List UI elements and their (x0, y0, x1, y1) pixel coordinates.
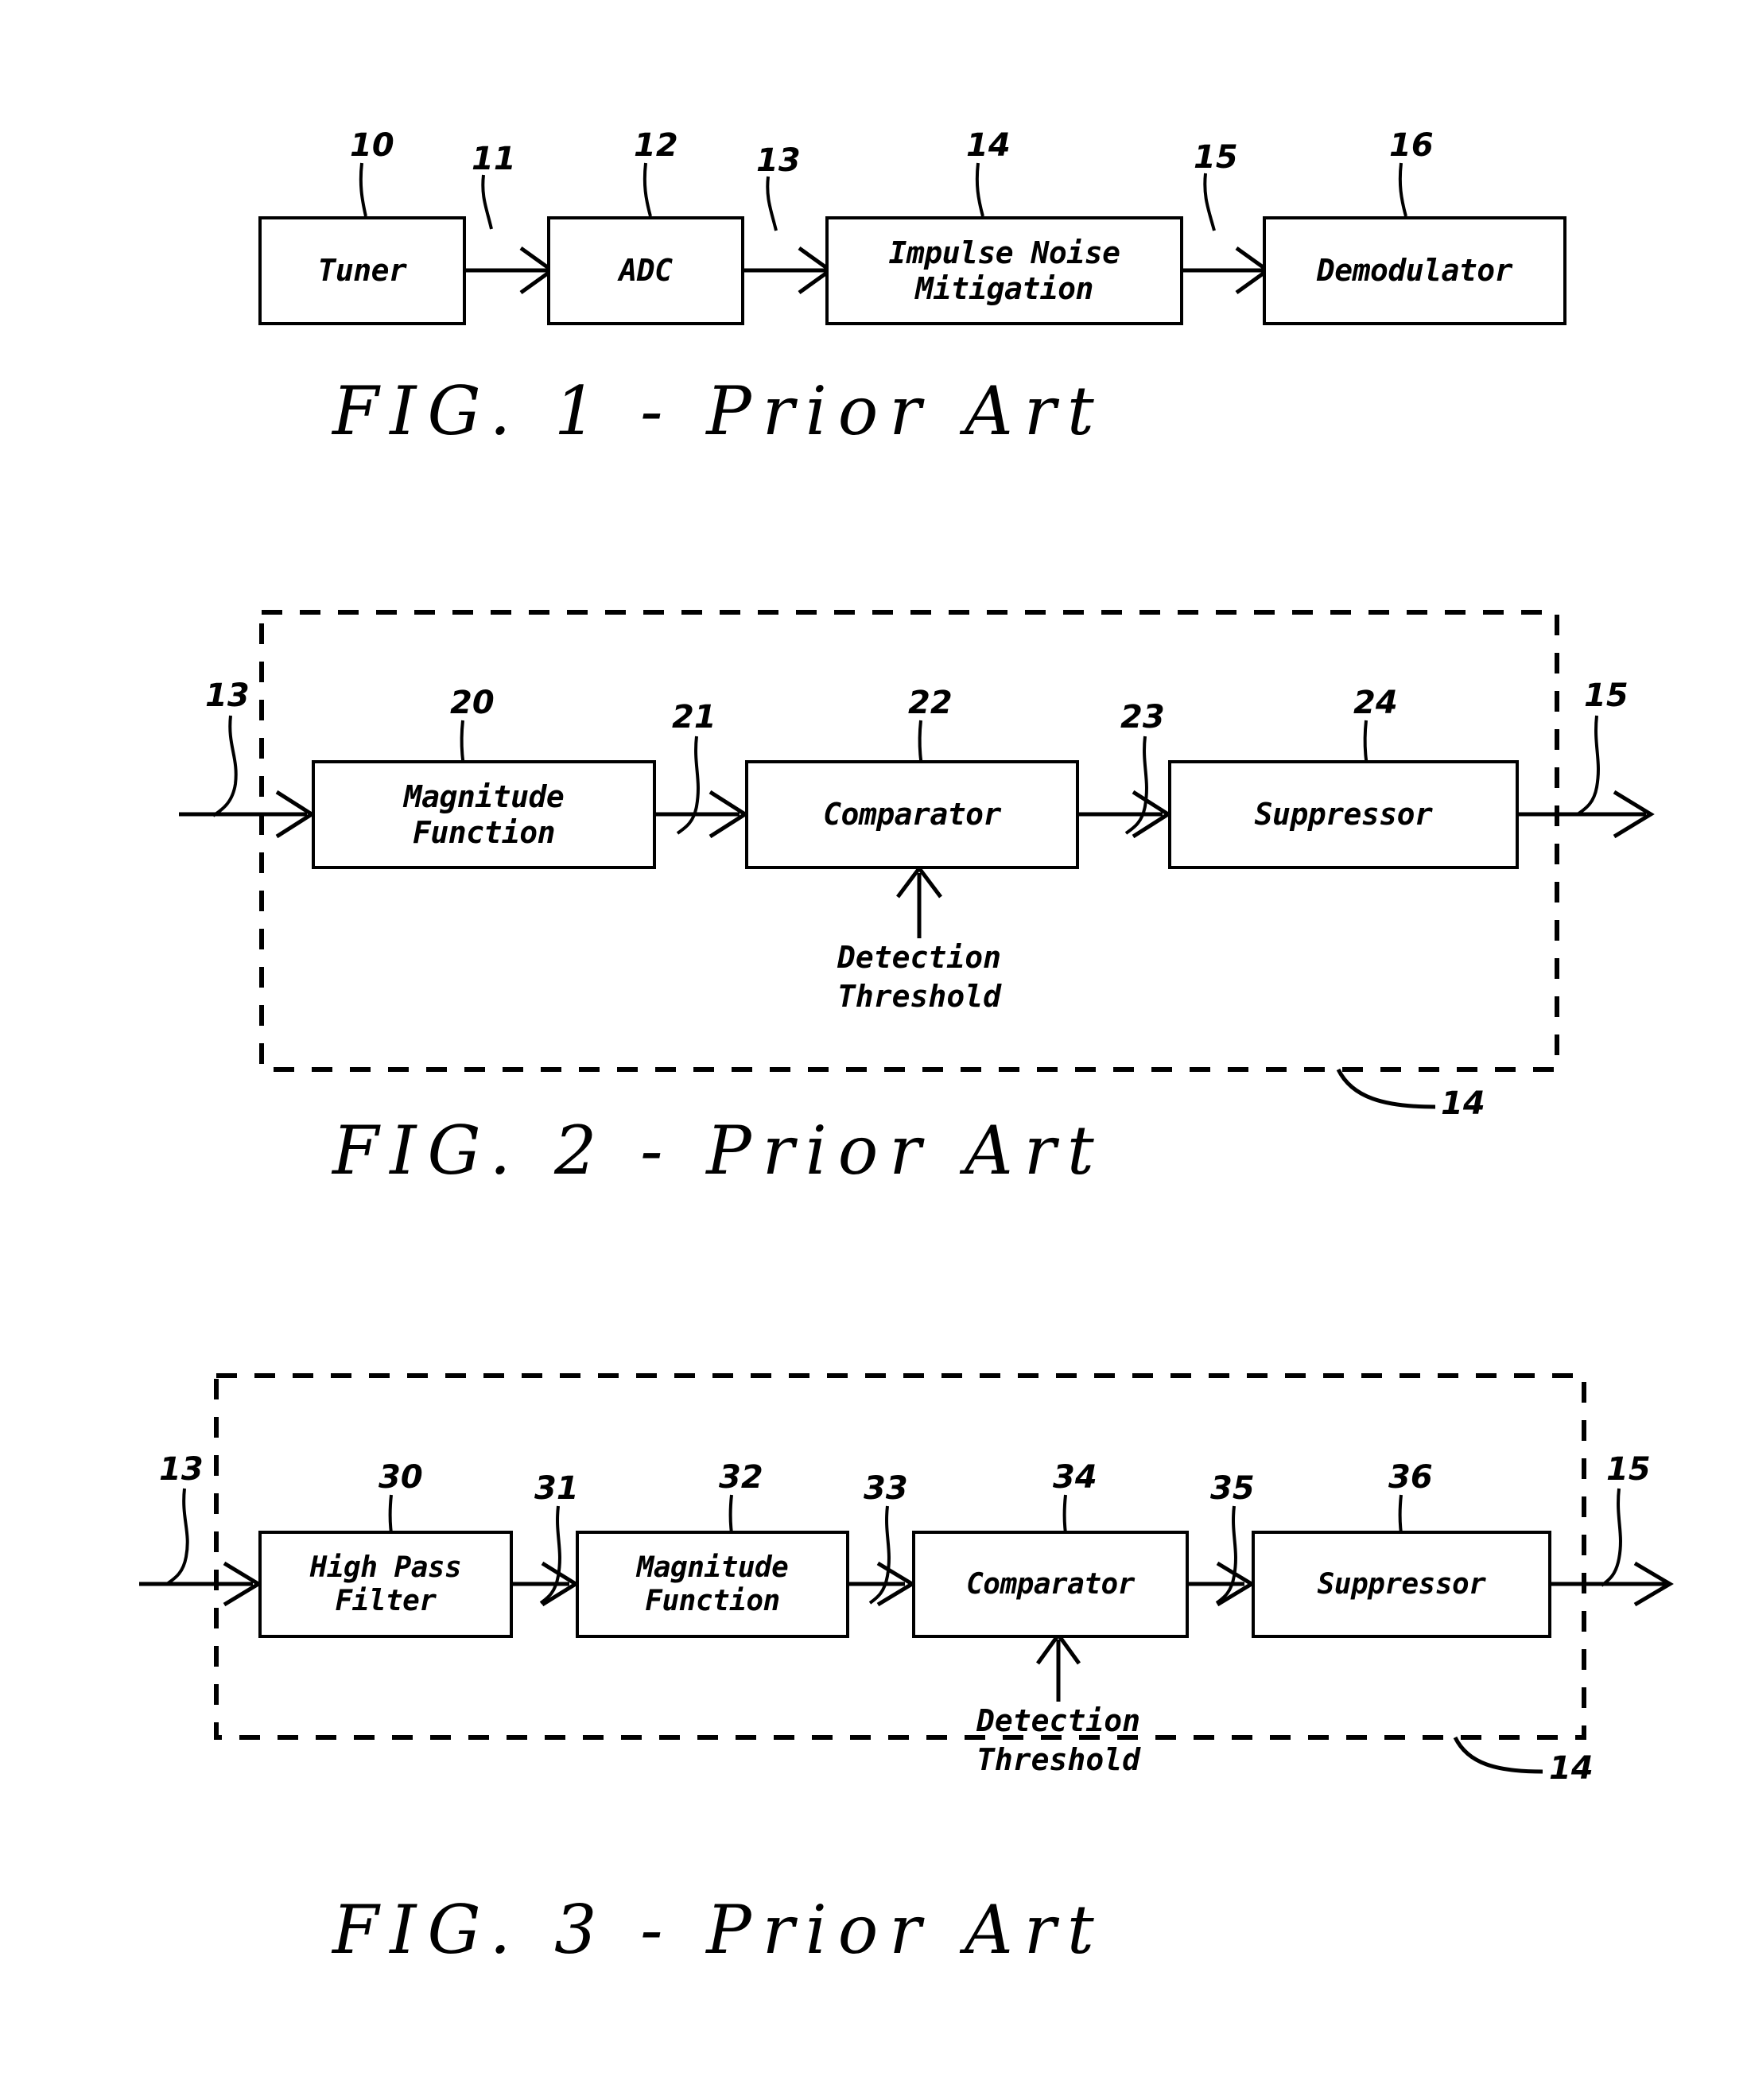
block-adc: ADC (547, 216, 744, 325)
block-suppressor-fig2-label: Suppressor (1254, 797, 1433, 833)
detection-threshold-label-fig2: Detection Threshold (837, 940, 1001, 1015)
ref-number-22: 22 (908, 685, 953, 721)
ref-number-14-fig2-enclosure: 14 (1441, 1085, 1485, 1122)
ref-number-35: 35 (1210, 1470, 1255, 1507)
ref-number-32: 32 (719, 1459, 763, 1496)
block-suppressor-fig2: Suppressor (1168, 760, 1519, 869)
block-high-pass-filter: High Pass Filter (258, 1531, 513, 1638)
block-demodulator: Demodulator (1263, 216, 1566, 325)
ref-number-20: 20 (450, 685, 495, 721)
figure-1-caption: FIG. 1 - Prior Art (332, 372, 1105, 450)
block-comparator-fig2-label: Comparator (823, 797, 1001, 833)
block-adc-label: ADC (619, 253, 673, 289)
ref-number-14: 14 (966, 127, 1011, 164)
block-demodulator-label: Demodulator (1316, 253, 1513, 289)
block-magnitude-function-fig3: Magnitude Function (576, 1531, 849, 1638)
ref-number-15: 15 (1194, 139, 1238, 176)
ref-number-24: 24 (1353, 685, 1398, 721)
block-tuner: Tuner (258, 216, 466, 325)
block-comparator-fig2: Comparator (745, 760, 1079, 869)
figure-2-caption: FIG. 2 - Prior Art (332, 1112, 1105, 1190)
block-high-pass-filter-label: High Pass Filter (309, 1551, 462, 1617)
ref-number-16: 16 (1389, 127, 1434, 164)
block-magnitude-function-fig2-label: Magnitude Function (403, 779, 565, 850)
ref-number-14-fig3-enclosure: 14 (1549, 1750, 1594, 1787)
ref-number-23: 23 (1120, 699, 1165, 736)
ref-number-34: 34 (1053, 1459, 1097, 1496)
block-impulse-noise-mitigation: Impulse Noise Mitigation (825, 216, 1183, 325)
block-tuner-label: Tuner (317, 253, 407, 289)
ref-number-13: 13 (756, 142, 801, 179)
block-suppressor-fig3-label: Suppressor (1317, 1567, 1486, 1601)
ref-number-12: 12 (634, 127, 678, 164)
ref-number-36: 36 (1388, 1459, 1433, 1496)
block-impulse-noise-mitigation-label: Impulse Noise Mitigation (888, 235, 1120, 306)
ref-number-11: 11 (472, 141, 516, 177)
patent-drawing-sheet: 10 11 12 13 14 15 16 Tuner ADC Impulse N… (0, 0, 1747, 2100)
ref-number-15-fig3: 15 (1606, 1451, 1651, 1488)
figure-3-caption: FIG. 3 - Prior Art (332, 1891, 1105, 1969)
ref-number-10: 10 (350, 127, 394, 164)
block-comparator-fig3: Comparator (912, 1531, 1189, 1638)
block-comparator-fig3-label: Comparator (966, 1567, 1135, 1601)
ref-number-13-fig3: 13 (159, 1451, 204, 1488)
ref-number-30: 30 (379, 1459, 423, 1496)
ref-number-21: 21 (672, 699, 716, 736)
ref-number-33: 33 (864, 1470, 908, 1507)
ref-number-13-fig2: 13 (205, 677, 250, 714)
block-suppressor-fig3: Suppressor (1252, 1531, 1551, 1638)
detection-threshold-label-fig3: Detection Threshold (976, 1703, 1140, 1778)
ref-number-31: 31 (534, 1470, 579, 1507)
ref-number-15-fig2: 15 (1584, 677, 1629, 714)
block-magnitude-function-fig2: Magnitude Function (312, 760, 656, 869)
block-magnitude-function-fig3-label: Magnitude Function (636, 1551, 789, 1617)
